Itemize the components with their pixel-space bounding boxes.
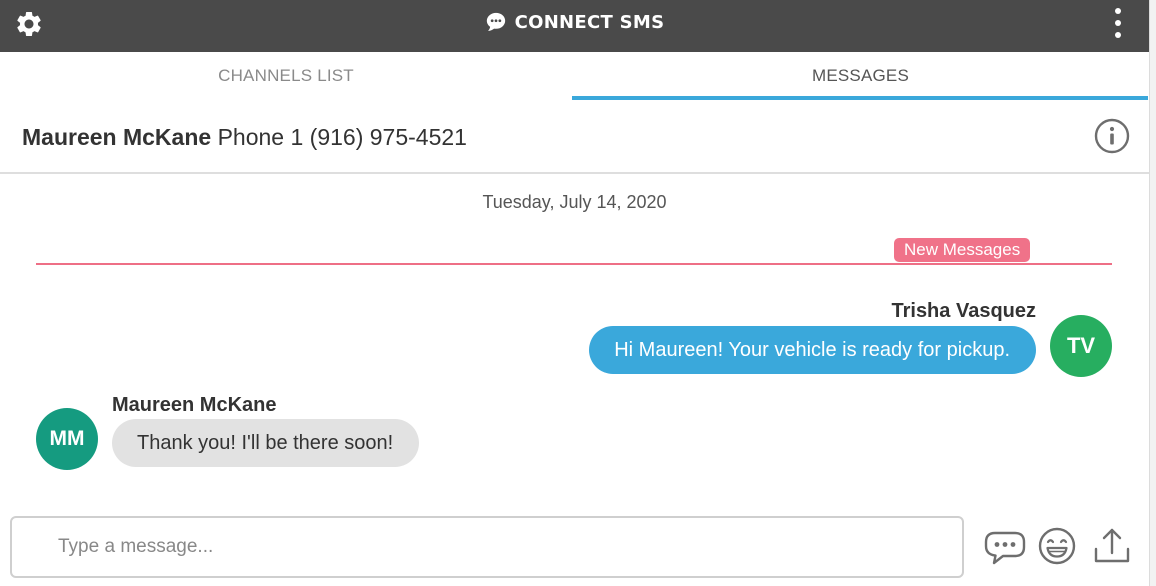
avatar: TV <box>1050 315 1112 377</box>
avatar: MM <box>36 408 98 470</box>
message-composer <box>10 516 964 578</box>
chat-bubble-icon <box>486 12 505 31</box>
info-icon[interactable] <box>1093 117 1131 155</box>
kebab-dot <box>1115 32 1121 38</box>
new-messages-badge: New Messages <box>894 238 1031 262</box>
app-title: CONNECT SMS <box>514 11 665 33</box>
kebab-dot <box>1115 20 1121 26</box>
contact-header: Maureen McKane Phone 1 (916) 975-4521 <box>0 100 1149 174</box>
phone-number: (916) 975-4521 <box>309 124 467 150</box>
tab-bar: CHANNELS LIST MESSAGES <box>0 52 1149 100</box>
tab-label: MESSAGES <box>811 66 910 85</box>
incoming-message-bubble: Thank you! I'll be there soon! <box>112 419 420 467</box>
contact-info: Maureen McKane Phone 1 (916) 975-4521 <box>22 124 467 151</box>
contact-name: Maureen McKane <box>22 124 212 150</box>
message-sender: Trisha Vasquez <box>891 300 1036 322</box>
tab-messages[interactable]: MESSAGES <box>572 52 1149 100</box>
message-templates-icon[interactable] <box>982 523 1028 569</box>
tab-channels-list[interactable]: CHANNELS LIST <box>0 52 572 100</box>
outgoing-message-bubble: Hi Maureen! Your vehicle is ready for pi… <box>589 326 1036 374</box>
phone-label: Phone 1 <box>217 124 304 150</box>
tab-label: CHANNELS LIST <box>218 66 354 85</box>
window-edge <box>1149 0 1156 586</box>
message-input[interactable] <box>12 518 962 576</box>
date-separator: Tuesday, July 14, 2020 <box>482 192 667 212</box>
app-brand: CONNECT SMS <box>0 0 1149 44</box>
kebab-menu-icon[interactable] <box>1108 6 1128 40</box>
new-messages-divider <box>36 263 1112 265</box>
emoji-icon[interactable] <box>1034 523 1080 569</box>
message-sender: Maureen McKane <box>112 394 277 416</box>
upload-icon[interactable] <box>1089 523 1135 569</box>
kebab-dot <box>1115 8 1121 14</box>
app-header: CONNECT SMS <box>0 0 1149 52</box>
